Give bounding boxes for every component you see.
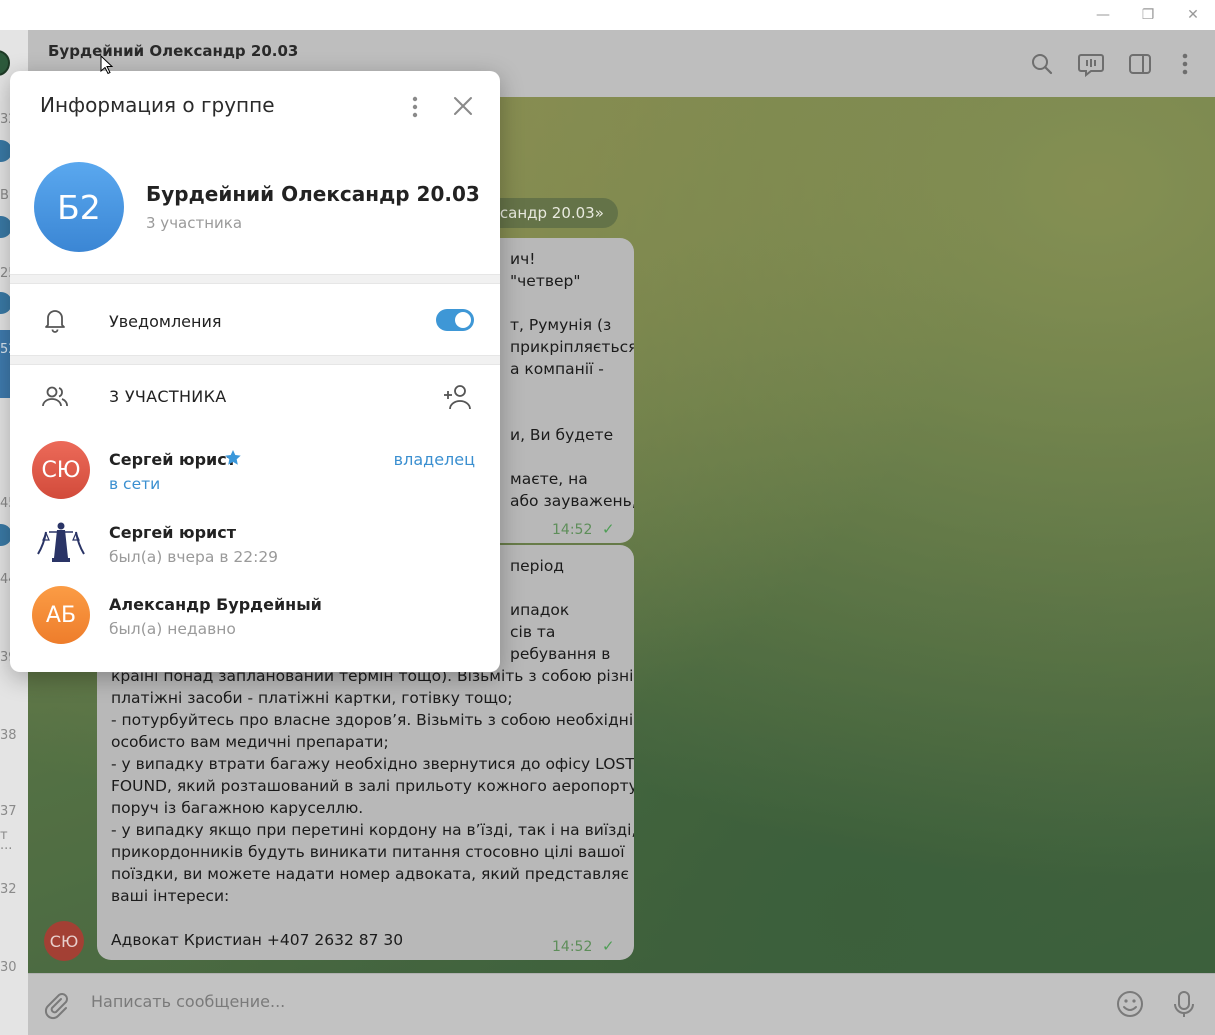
group-avatar[interactable]: Б2 [34, 162, 124, 252]
message-line: платіжні засоби - платіжні картки, готів… [111, 689, 513, 707]
message-line: и, Ви будете [510, 426, 614, 444]
chat-preview: ... [0, 838, 13, 853]
group-name: Бурдейний Олександр 20.03 [146, 182, 480, 206]
message-time: 14:52 [552, 939, 593, 955]
group-member-count: 3 участника [146, 214, 243, 232]
group-info-dialog: Информация о группе Б2 Бурдейний Олексан… [10, 71, 500, 672]
avatar [32, 514, 90, 572]
message-line: - у випадку якщо при перетині кордону на… [111, 821, 634, 839]
message-line: сів та [510, 623, 556, 641]
more-vertical-icon[interactable] [1171, 50, 1199, 78]
telegram-window: — ❐ ✕ 32 В 25 52 45 44 39 38 37 т ... 32… [0, 0, 1215, 1035]
mouse-cursor-icon [100, 55, 114, 75]
message-line: поїздки, ви можете надати номер адвоката… [111, 865, 629, 883]
star-icon [225, 450, 241, 465]
message-line: ич! [510, 250, 536, 268]
avatar: СЮ [32, 441, 90, 499]
message-line: поруч із багажною каруселлю. [111, 799, 364, 817]
search-icon[interactable] [1028, 50, 1056, 78]
message-line: - у випадку втрати багажу необхідно звер… [111, 755, 634, 773]
message-line: період [510, 557, 565, 575]
chat-time: 37 [0, 804, 17, 819]
emoji-icon[interactable] [1114, 988, 1146, 1020]
chat-time: 38 [0, 728, 17, 743]
member-name: Сергей юрист [109, 523, 237, 542]
message-line: Адвокат Кристиан +407 2632 87 30 [111, 931, 404, 949]
message-line: - потурбуйтесь про власне здоров’я. Візь… [111, 711, 634, 729]
voice-chat-icon[interactable] [1077, 50, 1105, 78]
attach-icon[interactable] [40, 988, 72, 1020]
message-line: особисто вам медичні препарати; [111, 733, 389, 751]
chat-title[interactable]: Бурдейний Олександр 20.03 [48, 42, 298, 60]
sender-avatar[interactable]: СЮ [44, 921, 84, 961]
message-input[interactable]: Написать сообщение... [91, 992, 285, 1011]
toggle-knob [455, 312, 471, 328]
dialog-title: Информация о группе [40, 93, 275, 117]
add-member-icon[interactable] [443, 382, 475, 412]
message-line: або зауважень, [510, 492, 634, 510]
message-line: а компанії - [510, 360, 604, 378]
member-status: был(а) недавно [109, 620, 236, 638]
notifications-label: Уведомления [109, 312, 222, 331]
member-role: владелец [393, 450, 475, 469]
member-name: Александр Бурдейный [109, 595, 322, 614]
microphone-icon[interactable] [1168, 988, 1200, 1020]
avatar[interactable] [0, 50, 10, 76]
member-status: в сети [109, 475, 161, 493]
divider [10, 355, 500, 365]
minimize-button[interactable]: — [1081, 0, 1125, 30]
member-name: Сергей юрист [109, 450, 237, 469]
read-check-icon: ✓ [602, 520, 615, 538]
message-line: "четвер" [510, 272, 581, 290]
close-window-button[interactable]: ✕ [1171, 0, 1215, 30]
title-bar: — ❐ ✕ [0, 0, 1215, 30]
member-status: был(а) вчера в 22:29 [109, 548, 279, 566]
justice-emblem-icon [34, 516, 88, 570]
bell-icon [45, 310, 65, 333]
message-line: ваші інтереси: [111, 887, 230, 905]
avatar: АБ [32, 586, 90, 644]
divider [10, 274, 500, 284]
message-composer: Написать сообщение... [28, 973, 1215, 1035]
message-line: FOUND, який розташований в залі прильоту… [111, 777, 634, 795]
member-row[interactable]: СЮ Сергей юрист в сети владелец [10, 441, 500, 509]
notifications-toggle[interactable] [436, 309, 474, 331]
close-icon[interactable] [450, 93, 476, 119]
restore-button[interactable]: ❐ [1126, 0, 1170, 30]
read-check-icon: ✓ [602, 937, 615, 955]
member-row[interactable]: АБ Александр Бурдейный был(а) недавно [10, 586, 500, 654]
message-time: 14:52 [552, 522, 593, 538]
more-vertical-icon[interactable] [403, 95, 427, 119]
chat-time: 30 [0, 960, 17, 975]
message-line: ипадок [510, 601, 570, 619]
members-header: 3 УЧАСТНИКА [109, 387, 227, 406]
message-line: т, Румунія (з [510, 316, 612, 334]
members-icon [42, 386, 68, 407]
member-row[interactable]: Сергей юрист был(а) вчера в 22:29 [10, 514, 500, 582]
chat-time: 32 [0, 882, 17, 897]
message-line: маєте, на [510, 470, 588, 488]
message-line: прикордонників будуть виникати питання с… [111, 843, 625, 861]
message-line: ребування в [510, 645, 611, 663]
message-line: прикріпляється [510, 338, 634, 356]
sidebar-toggle-icon[interactable] [1126, 50, 1154, 78]
